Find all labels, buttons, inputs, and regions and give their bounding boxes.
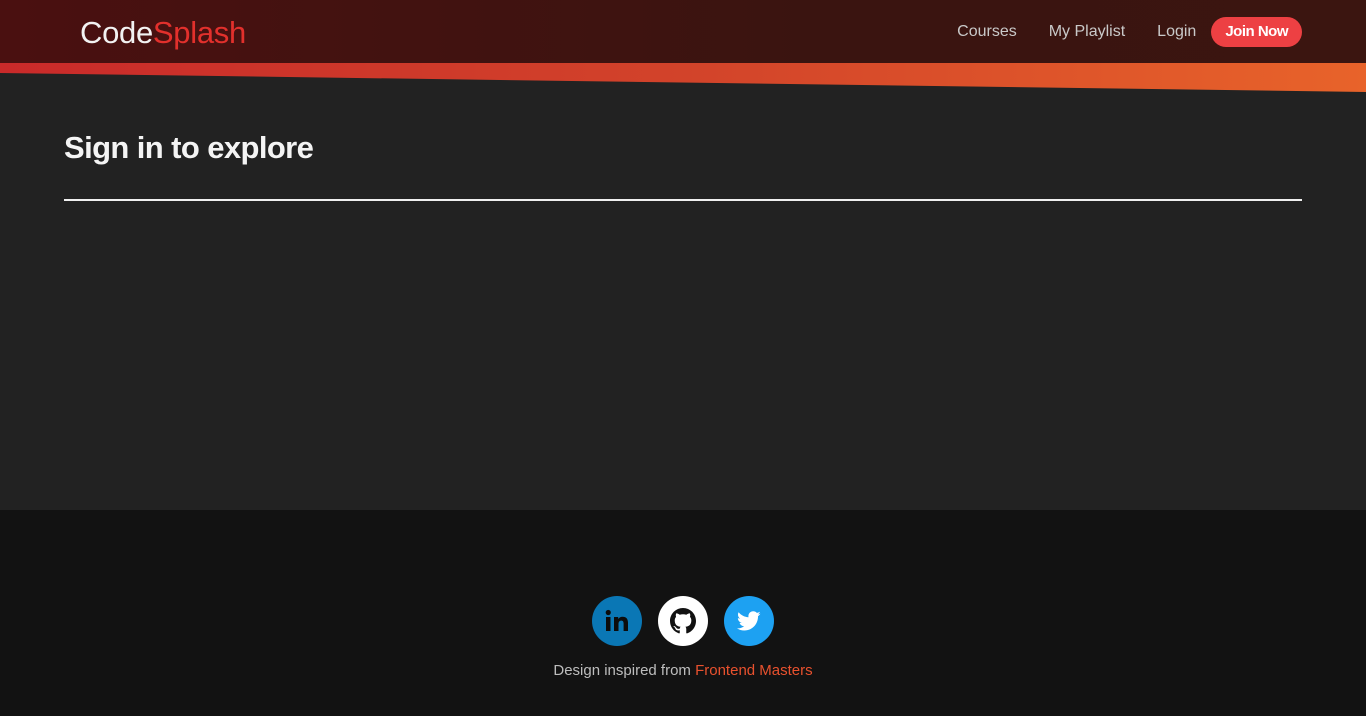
logo[interactable]: CodeSplash <box>80 14 246 52</box>
twitter-icon <box>737 611 761 631</box>
footer-credit: Design inspired from Frontend Masters <box>0 662 1366 679</box>
github-icon <box>670 608 696 634</box>
twitter-link[interactable] <box>724 596 774 646</box>
title-divider <box>64 199 1302 201</box>
logo-text-splash: Splash <box>152 15 246 50</box>
join-now-button[interactable]: Join Now <box>1211 17 1302 47</box>
github-link[interactable] <box>658 596 708 646</box>
credit-text: Design inspired from <box>553 662 696 679</box>
nav-courses-link[interactable]: Courses <box>957 17 1017 47</box>
nav-login-link[interactable]: Login <box>1157 17 1196 47</box>
frontend-masters-link[interactable]: Frontend Masters <box>695 662 813 679</box>
header-accent-stripe <box>0 63 1366 92</box>
linkedin-icon <box>605 609 628 631</box>
main-nav: Courses My Playlist Login Join Now <box>957 17 1302 47</box>
page-title: Sign in to explore <box>64 130 314 165</box>
nav-playlist-link[interactable]: My Playlist <box>1049 17 1125 47</box>
logo-text-code: Code <box>80 15 153 50</box>
footer: Design inspired from Frontend Masters <box>0 510 1366 716</box>
social-links <box>592 596 774 646</box>
top-navbar: CodeSplash Courses My Playlist Login Joi… <box>0 0 1366 64</box>
linkedin-link[interactable] <box>592 596 642 646</box>
